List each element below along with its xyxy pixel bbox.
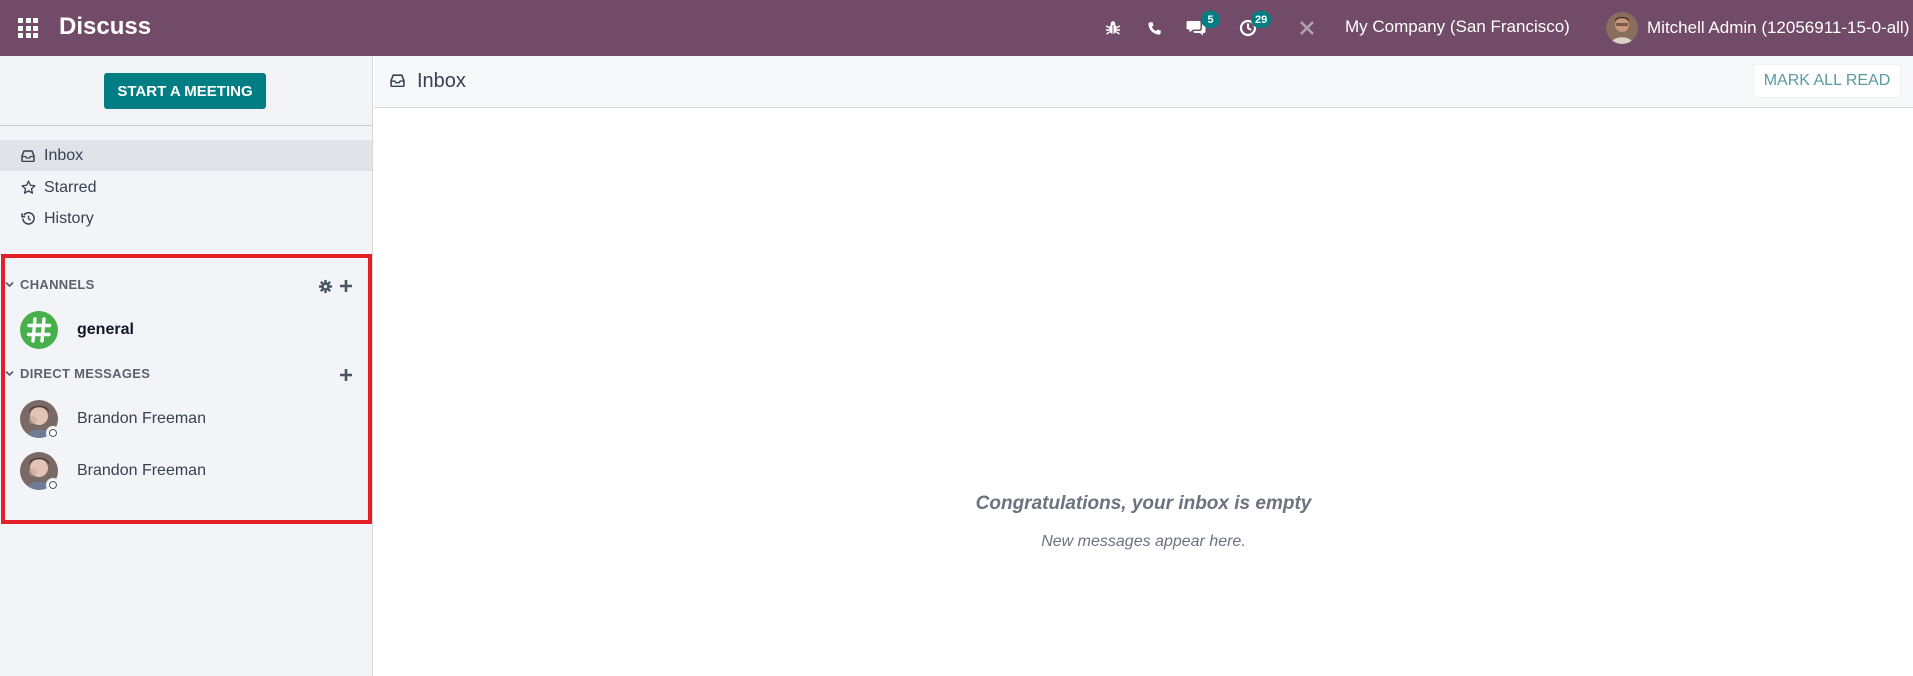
activities-count-badge: 29 — [1251, 11, 1272, 28]
bug-icon[interactable] — [1102, 17, 1124, 39]
sidebar-item-label: Starred — [44, 178, 97, 196]
mark-all-read-button[interactable]: MARK ALL READ — [1753, 64, 1901, 98]
inbox-icon — [20, 149, 36, 162]
sidebar-item-starred[interactable]: Starred — [0, 172, 372, 203]
app-title[interactable]: Discuss — [59, 13, 151, 41]
inbox-icon — [390, 74, 406, 90]
sidebar-divider — [0, 125, 373, 126]
sidebar-item-history[interactable]: History — [0, 203, 372, 234]
company-switcher[interactable]: My Company (San Francisco) — [1345, 17, 1570, 37]
main-header: Inbox MARK ALL READ — [374, 56, 1913, 108]
messages-count-badge: 5 — [1201, 11, 1220, 28]
phone-icon[interactable] — [1143, 17, 1165, 39]
sidebar-item-label: Inbox — [44, 146, 84, 164]
user-name: Mitchell Admin (12056911-15-0-all) — [1647, 18, 1910, 37]
empty-inbox-subtitle: New messages appear here. — [1041, 533, 1246, 550]
close-icon[interactable] — [1296, 17, 1318, 39]
history-icon — [20, 211, 36, 226]
sidebar-item-inbox[interactable]: Inbox — [0, 140, 372, 171]
user-avatar — [1606, 12, 1638, 44]
empty-inbox-title: Congratulations, your inbox is empty — [975, 493, 1312, 514]
sidebar-item-label: History — [44, 209, 94, 227]
highlight-box — [1, 254, 372, 524]
apps-grid-icon[interactable] — [18, 18, 38, 38]
top-navbar: Discuss 5 29 My Company (San Francisco) … — [0, 0, 1913, 56]
discuss-sidebar: START A MEETING Inbox Starred History CH… — [0, 56, 373, 676]
user-menu[interactable]: Mitchell Admin (12056911-15-0-all) — [1606, 12, 1909, 44]
start-meeting-button[interactable]: START A MEETING — [104, 73, 266, 109]
star-icon — [20, 180, 36, 195]
page-title: Inbox — [417, 70, 466, 92]
